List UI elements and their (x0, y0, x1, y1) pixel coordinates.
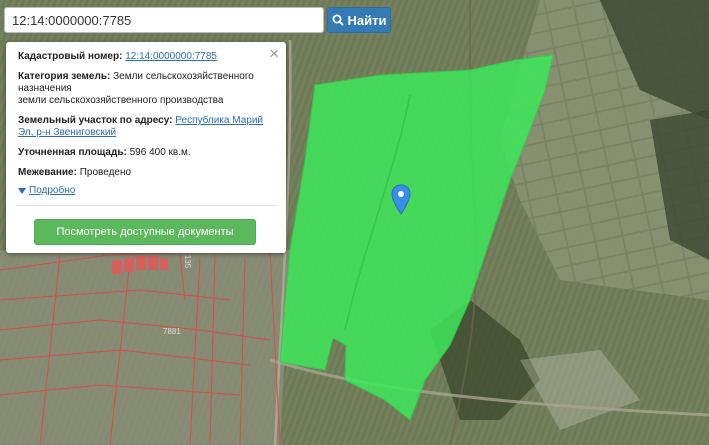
close-icon[interactable]: × (269, 45, 279, 62)
survey-row: Межевание: Проведено (18, 167, 274, 179)
details-toggle[interactable]: Подробно (18, 185, 274, 197)
survey-value: Проведено (79, 167, 132, 178)
address-row: Земельный участок по адресу: Республика … (18, 115, 274, 139)
land-category-row: Категория земель: Земли сельскохозяйстве… (18, 71, 274, 107)
search-button[interactable]: Найти (327, 7, 391, 33)
search-icon (332, 14, 344, 26)
parcel-info-panel: × Кадастровый номер: 12:14:0000000:7785 … (6, 42, 286, 253)
search-button-label: Найти (347, 12, 387, 28)
search-box (4, 7, 324, 33)
area-row: Уточненная площадь: 596 400 кв.м. (18, 147, 274, 159)
search-input[interactable] (5, 8, 323, 32)
land-category-subvalue: земли сельскохозяйственного производства (18, 95, 224, 106)
land-category-label: Категория земель: (18, 71, 111, 82)
details-link[interactable]: Подробно (29, 185, 75, 197)
survey-label: Межевание: (18, 167, 77, 178)
cadastral-number-row: Кадастровый номер: 12:14:0000000:7785 (18, 51, 274, 63)
area-label: Уточненная площадь: (18, 147, 127, 158)
area-value: 596 400 кв.м. (129, 147, 191, 158)
parcel-number-label: 7881 (163, 327, 181, 336)
cadastral-number-label: Кадастровый номер: (18, 51, 123, 62)
panel-divider (16, 205, 276, 206)
caret-down-icon (18, 188, 26, 194)
parcel-number-label: 135 (183, 254, 193, 269)
view-documents-button[interactable]: Посмотреть доступные документы (34, 219, 256, 245)
address-label: Земельный участок по адресу: (18, 115, 173, 126)
cadastral-number-link[interactable]: 12:14:0000000:7785 (125, 51, 217, 62)
